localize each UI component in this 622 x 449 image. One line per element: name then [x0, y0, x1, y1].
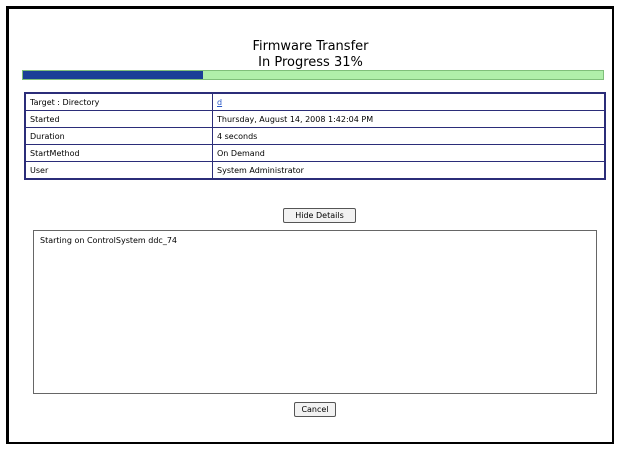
hide-details-button[interactable]: Hide Details — [283, 208, 356, 223]
log-textarea[interactable]: Starting on ControlSystem ddc_74 — [33, 230, 597, 394]
log-line: Starting on ControlSystem ddc_74 — [40, 236, 177, 245]
detail-label: StartMethod — [24, 144, 213, 162]
table-row: Target : Directory d — [24, 92, 606, 111]
detail-label: User — [24, 161, 213, 180]
table-row: User System Administrator — [24, 161, 606, 180]
cancel-button[interactable]: Cancel — [294, 402, 336, 417]
detail-value: 4 seconds — [212, 127, 606, 145]
table-row: StartMethod On Demand — [24, 144, 606, 162]
detail-value: d — [212, 92, 606, 111]
detail-value: Thursday, August 14, 2008 1:42:04 PM — [212, 110, 606, 128]
detail-value: On Demand — [212, 144, 606, 162]
detail-label: Started — [24, 110, 213, 128]
detail-value: System Administrator — [212, 161, 606, 180]
table-row: Duration 4 seconds — [24, 127, 606, 145]
details-table: Target : Directory d Started Thursday, A… — [24, 92, 606, 180]
directory-link[interactable]: d — [217, 98, 222, 107]
dialog-title: Firmware Transfer — [252, 39, 369, 54]
detail-label: Target : Directory — [24, 92, 213, 111]
table-row: Started Thursday, August 14, 2008 1:42:0… — [24, 110, 606, 128]
transfer-status: In Progress 31% — [258, 55, 363, 70]
progress-fill — [23, 71, 203, 79]
detail-label: Duration — [24, 127, 213, 145]
progress-bar — [22, 70, 604, 80]
